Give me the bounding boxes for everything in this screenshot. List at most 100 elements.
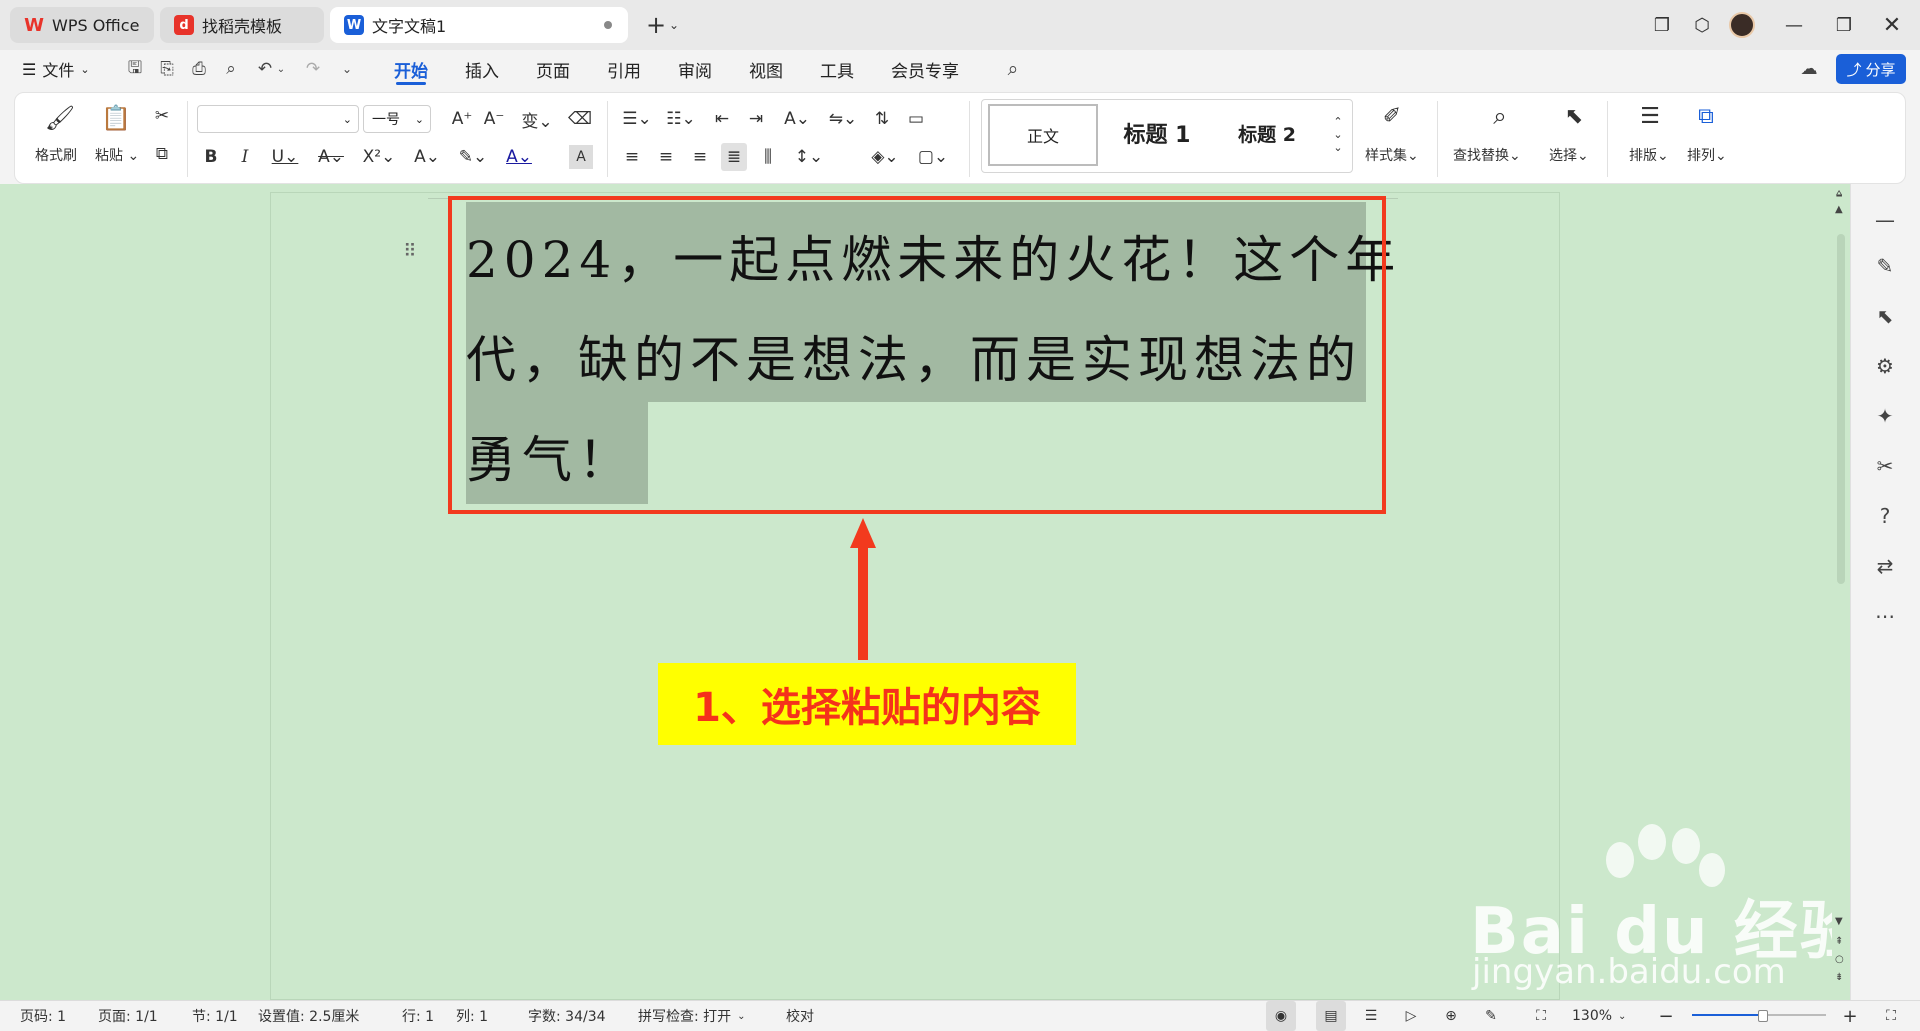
find-replace-button[interactable]: 查找替换⌄	[1453, 145, 1521, 165]
copy-icon[interactable]: ⧉	[149, 141, 175, 167]
cursor-select-icon[interactable]: ⬉	[1865, 298, 1905, 334]
zoom-out-icon[interactable]: −	[1654, 1001, 1678, 1031]
show-marks-icon[interactable]: ▭	[903, 105, 929, 133]
zoom-select[interactable]: 130% ⌄	[1572, 1001, 1626, 1031]
tab-references[interactable]: 引用	[607, 50, 641, 88]
scroll-down-icon[interactable]: ▼	[1835, 916, 1843, 927]
format-painter-icon[interactable]: 🖌	[45, 103, 75, 133]
superscript-icon[interactable]: X²⌄	[359, 143, 399, 171]
cut-icon[interactable]: ✂	[149, 103, 175, 129]
scroll-top-icon[interactable]: ⩠	[1836, 188, 1842, 199]
font-name-select[interactable]: ⌄	[197, 105, 359, 133]
style-set-icon[interactable]: ✐	[1377, 101, 1407, 131]
phonetic-guide-icon[interactable]: 变⌄	[517, 105, 557, 133]
tab-tools[interactable]: 工具	[820, 50, 854, 88]
arrange-icon[interactable]: ⧉	[1691, 101, 1721, 131]
ai-assistant-icon[interactable]: ✦	[1865, 398, 1905, 434]
arrange-button[interactable]: 排列⌄	[1687, 145, 1727, 165]
tab-member[interactable]: 会员专享	[891, 50, 959, 88]
window-tile-icon[interactable]: ❐	[1644, 10, 1680, 40]
align-left-icon[interactable]: ≡	[619, 143, 645, 171]
print-preview-icon[interactable]: ⌕	[218, 57, 244, 81]
distributed-align-icon[interactable]: ⫼	[755, 143, 781, 171]
char-shading-icon[interactable]: A	[569, 145, 593, 169]
align-right-icon[interactable]: ≡	[687, 143, 713, 171]
print-icon[interactable]: ⎙	[186, 57, 212, 81]
italic-icon[interactable]: I	[233, 143, 257, 171]
align-center-icon[interactable]: ≡	[653, 143, 679, 171]
tab-document[interactable]: W 文字文稿1	[330, 7, 628, 43]
fullscreen-icon[interactable]: ⛶	[1878, 1001, 1904, 1031]
zoom-slider-handle[interactable]	[1758, 1010, 1768, 1022]
sort-az-icon[interactable]: ⇅	[869, 105, 895, 133]
style-set-button[interactable]: 样式集⌄	[1365, 145, 1419, 165]
avatar[interactable]	[1724, 10, 1760, 40]
play-icon[interactable]: ▷	[1396, 1001, 1426, 1031]
help-icon[interactable]: ?	[1865, 498, 1905, 534]
pen-edit-icon[interactable]: ✎	[1865, 248, 1905, 284]
translate-icon[interactable]: ⇄	[1865, 548, 1905, 584]
browse-object-icon[interactable]: ○	[1835, 954, 1844, 965]
search-icon[interactable]: ⌕	[1000, 57, 1026, 81]
eye-protect-icon[interactable]: ◉	[1266, 1001, 1296, 1031]
vertical-scrollbar[interactable]: ⩠ ▲ ▼ ⇞ ○ ⇟	[1832, 184, 1850, 1000]
tab-page[interactable]: 页面	[536, 50, 570, 88]
share-button[interactable]: ⤴ 分享	[1836, 54, 1906, 84]
sort-icon[interactable]: ⇋⌄	[825, 105, 861, 133]
tab-docer-templates[interactable]: d 找稻壳模板	[160, 7, 324, 43]
decrease-font-icon[interactable]: A⁻	[481, 105, 507, 133]
tab-insert[interactable]: 插入	[465, 50, 499, 88]
paste-button[interactable]: 粘贴 ⌄	[95, 145, 139, 165]
redo-icon[interactable]: ↷	[300, 57, 326, 81]
font-size-select[interactable]: 一号 ⌄	[363, 105, 431, 133]
layout-icon[interactable]: ☰	[1635, 101, 1665, 131]
save-icon[interactable]: 🖫	[122, 57, 148, 81]
share-link-icon[interactable]: ⎘	[154, 57, 180, 81]
numbered-list-icon[interactable]: ☷⌄	[663, 105, 699, 133]
status-word-count[interactable]: 字数: 34/34	[528, 1001, 606, 1031]
format-painter-button[interactable]: 格式刷	[35, 145, 77, 165]
style-heading2[interactable]: 标题 2	[1214, 104, 1320, 162]
tools-icon[interactable]: ✂	[1865, 448, 1905, 484]
status-pages[interactable]: 页面: 1/1	[98, 1001, 158, 1031]
tab-list-chevron-icon[interactable]: ⌄	[662, 10, 686, 40]
text-direction-icon[interactable]: A⌄	[777, 105, 817, 133]
settings-sliders-icon[interactable]: ⚙	[1865, 348, 1905, 384]
zoom-slider[interactable]	[1692, 1010, 1826, 1022]
cloud-chat-icon[interactable]: ☁	[1796, 57, 1822, 81]
write-mode-icon[interactable]: ✎	[1476, 1001, 1506, 1031]
strikethrough-icon[interactable]: A⌄	[313, 143, 349, 171]
close-icon[interactable]: ✕	[1874, 10, 1910, 40]
next-page-icon[interactable]: ⇟	[1835, 972, 1843, 983]
status-section[interactable]: 节: 1/1	[192, 1001, 238, 1031]
bullet-list-icon[interactable]: ☰⌄	[619, 105, 655, 133]
line-spacing-icon[interactable]: ↕⌄	[789, 143, 829, 171]
border-icon[interactable]: ▢⌄	[913, 143, 953, 171]
paste-icon[interactable]: 📋	[101, 103, 131, 133]
text-effect-icon[interactable]: A⌄	[409, 143, 445, 171]
more-icon[interactable]: ⋯	[1865, 598, 1905, 634]
spell-check-button[interactable]: 拼写检查: 打开 ⌄	[638, 1001, 746, 1031]
tab-review[interactable]: 审阅	[678, 50, 712, 88]
decrease-indent-icon[interactable]: ⇤	[709, 105, 735, 133]
layout-button[interactable]: 排版⌄	[1629, 145, 1669, 165]
select-button[interactable]: 选择⌄	[1549, 145, 1589, 165]
outline-view-icon[interactable]: ☰	[1356, 1001, 1386, 1031]
style-heading1[interactable]: 标题 1	[1104, 104, 1210, 162]
status-page-number[interactable]: 页码: 1	[20, 1001, 66, 1031]
justify-icon[interactable]: ≣	[721, 143, 747, 171]
increase-font-icon[interactable]: A⁺	[449, 105, 475, 133]
prev-page-icon[interactable]: ⇞	[1835, 936, 1843, 947]
shading-icon[interactable]: ◈⌄	[865, 143, 905, 171]
clear-format-icon[interactable]: ⌫	[567, 105, 593, 133]
quick-access-more-icon[interactable]: ⌄	[334, 57, 360, 81]
scroll-up-icon[interactable]: ▲	[1835, 204, 1843, 215]
zoom-in-icon[interactable]: +	[1838, 1001, 1862, 1031]
cube-icon[interactable]: ⬡	[1684, 10, 1720, 40]
select-cursor-icon[interactable]: ⬉	[1559, 101, 1589, 131]
font-color-icon[interactable]: A⌄	[501, 143, 537, 171]
drag-handle-icon[interactable]: ⠿	[400, 238, 420, 264]
file-menu-button[interactable]: ☰ 文件 ⌄	[22, 50, 90, 88]
maximize-icon[interactable]: ❐	[1826, 10, 1862, 40]
increase-indent-icon[interactable]: ⇥	[743, 105, 769, 133]
